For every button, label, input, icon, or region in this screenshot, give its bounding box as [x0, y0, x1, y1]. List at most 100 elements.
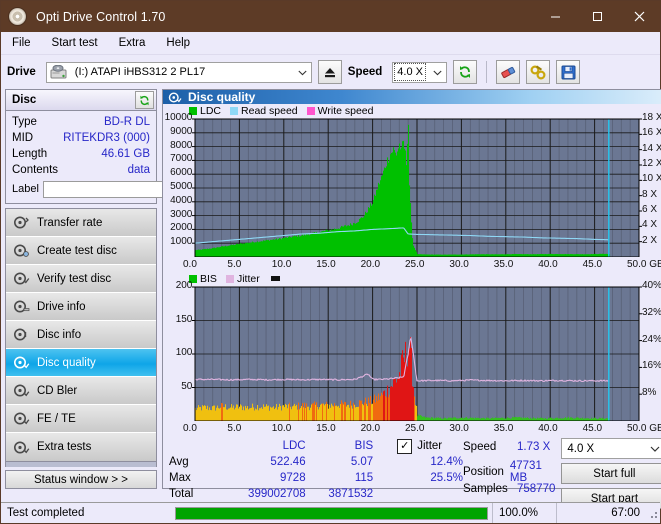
samples-value: 758770 [517, 482, 556, 495]
menu-item-start-test[interactable]: Start test [50, 36, 100, 50]
main-header: Disc quality [163, 90, 661, 104]
sidebar-item-cd-bler[interactable]: CD Bler [6, 377, 156, 405]
sidebar-item-disc-info[interactable]: Disc info [6, 321, 156, 349]
menu-item-help[interactable]: Help [164, 36, 192, 50]
legend-swatch-jitter [225, 274, 234, 283]
stats-area: LDC BIS ✓ Jitter Avg 522.46 5.07 12.4% M… [163, 434, 661, 509]
speed-readout-value: 1.73 X [517, 440, 551, 453]
sidebar-item-verify-test-disc[interactable]: Verify test disc [6, 265, 156, 293]
eject-button[interactable] [317, 60, 342, 84]
close-button[interactable] [618, 1, 660, 32]
x-axis-tick: 50.0 GB [627, 423, 661, 434]
nav-list: Transfer rate Create test disc Verify te… [5, 208, 157, 462]
jitter-label: Jitter [417, 440, 443, 452]
resize-grip-icon[interactable] [646, 507, 658, 519]
content-area: Disc Type BD-R DL MID RITEKDR3 (000) Len… [1, 89, 661, 509]
progress-percent: 100.0% [492, 503, 556, 523]
drive-icon [50, 65, 67, 79]
speed-select[interactable]: 4.0 X [392, 61, 448, 83]
window-controls [534, 1, 660, 32]
legend-label: Jitter [236, 272, 260, 285]
y-axis-left-tick: 10000 [164, 112, 193, 123]
progress-bar [175, 506, 488, 520]
y-axis-right-tick: 12 X [642, 158, 661, 169]
legend-ldc: LDC [189, 105, 221, 117]
sidebar-item-label: Extra tests [37, 441, 92, 453]
x-axis-tick: 40.0 [538, 259, 558, 270]
menu-item-file[interactable]: File [10, 36, 33, 50]
minimize-button[interactable] [534, 1, 576, 32]
jitter-checkbox[interactable]: ✓ [397, 438, 413, 454]
fe-te-icon [14, 412, 30, 425]
sidebar-item-label: Create test disc [37, 244, 117, 257]
disc-panel-title: Disc [12, 94, 37, 106]
refresh-drive-button[interactable] [453, 60, 478, 84]
disc-row-type: Type BD-R DL [12, 114, 150, 130]
jitter-toggle[interactable]: ✓ Jitter [379, 438, 463, 454]
legend-label: BIS [200, 272, 217, 285]
readout-samples: Samples 758770 [463, 480, 555, 497]
y-axis-left-tick: 9000 [170, 125, 193, 137]
sidebar-item-create-test-disc[interactable]: Create test disc [6, 237, 156, 265]
y-axis-left-tick: 50 [181, 380, 193, 392]
row-label-max: Max [169, 472, 191, 484]
bottom-plot-area[interactable]: 200 150 100 50 40% 32% 24% 16% 8% 0.0 5.0 10.0 15.0 2… [163, 280, 661, 434]
drive-info-icon [14, 300, 30, 313]
y-axis-right-tick: 8 X [642, 188, 658, 200]
y-axis-left-tick: 200 [175, 280, 193, 291]
start-full-button[interactable]: Start full [561, 463, 661, 484]
speed-label: Speed [347, 66, 383, 78]
sidebar: Disc Type BD-R DL MID RITEKDR3 (000) Len… [5, 89, 246, 489]
disc-length-label: Length [12, 148, 48, 160]
top-plot-area[interactable]: 10000 9000 8000 7000 6000 5000 4000 3000 2000 100… [163, 112, 661, 270]
stats-corner [169, 438, 227, 454]
y-axis-right-tick: 6 X [642, 204, 658, 215]
erase-button[interactable] [496, 60, 521, 84]
total-ldc: 399002708 [248, 488, 306, 500]
sidebar-item-fe-te[interactable]: FE / TE [6, 405, 156, 433]
sidebar-item-transfer-rate[interactable]: Transfer rate [6, 209, 156, 237]
legend-read-speed: Read speed [230, 105, 298, 117]
table-header-row: LDC BIS ✓ Jitter [169, 438, 463, 454]
sidebar-item-extra-tests[interactable]: Extra tests [6, 433, 156, 461]
max-bis: 115 [354, 472, 374, 484]
x-axis-tick: 15.0 [316, 423, 336, 434]
status-window-button[interactable]: Status window > > [5, 470, 157, 489]
disc-row-mid: MID RITEKDR3 (000) [12, 130, 150, 146]
x-axis-tick: 10.0 [271, 259, 292, 270]
disc-label-row: Label [12, 179, 246, 199]
x-axis-tick: 25.0 [405, 423, 425, 434]
y-axis-left-tick: 1000 [170, 236, 193, 248]
y-axis-right-tick: 24% [642, 333, 661, 345]
x-axis-tick: 0.0 [183, 423, 197, 434]
sidebar-item-label: Disc quality [37, 356, 96, 369]
disc-refresh-button[interactable] [135, 91, 154, 109]
disc-length-value: 46.61 GB [101, 148, 150, 160]
sidebar-item-disc-quality[interactable]: Disc quality [6, 349, 156, 377]
status-message: Test completed [7, 507, 85, 519]
x-axis-tick: 35.0 [493, 259, 514, 270]
sidebar-item-label: CD Bler [37, 384, 78, 397]
y-axis-right-tick: 18 X [642, 112, 661, 123]
table-row: Avg 522.46 5.07 12.4% [169, 454, 463, 470]
window-title: Opti Drive Control 1.70 [36, 9, 166, 24]
maximize-button[interactable] [576, 1, 618, 32]
save-button[interactable] [556, 60, 581, 84]
disc-type-label: Type [12, 116, 37, 128]
drive-select[interactable]: (I:) ATAPI iHBS312 2 PL17 [45, 61, 312, 83]
col-header-bis: BIS [354, 440, 374, 452]
run-buttons: 4.0 X Start full Start part [561, 438, 661, 509]
progress-bar-wrap [171, 503, 492, 523]
toolbar-separator [486, 61, 488, 83]
jitter-header-cell: ✓ Jitter [379, 438, 463, 454]
sidebar-item-drive-info[interactable]: Drive info [6, 293, 156, 321]
disc-panel-header: Disc [6, 90, 156, 111]
disc-label-label: Label [12, 183, 39, 195]
y-axis-right-tick: 16% [642, 360, 661, 372]
test-speed-select[interactable]: 4.0 X [561, 438, 661, 459]
bottom-chart: BIS Jitter 200 150 100 50 40% 32% 24% 16% 8% 0.0 5… [163, 272, 661, 435]
tools-button[interactable] [526, 60, 551, 84]
y-axis-right-tick: 16 X [642, 127, 661, 139]
plot-top-svg [192, 118, 642, 257]
menu-item-extra[interactable]: Extra [117, 36, 148, 50]
